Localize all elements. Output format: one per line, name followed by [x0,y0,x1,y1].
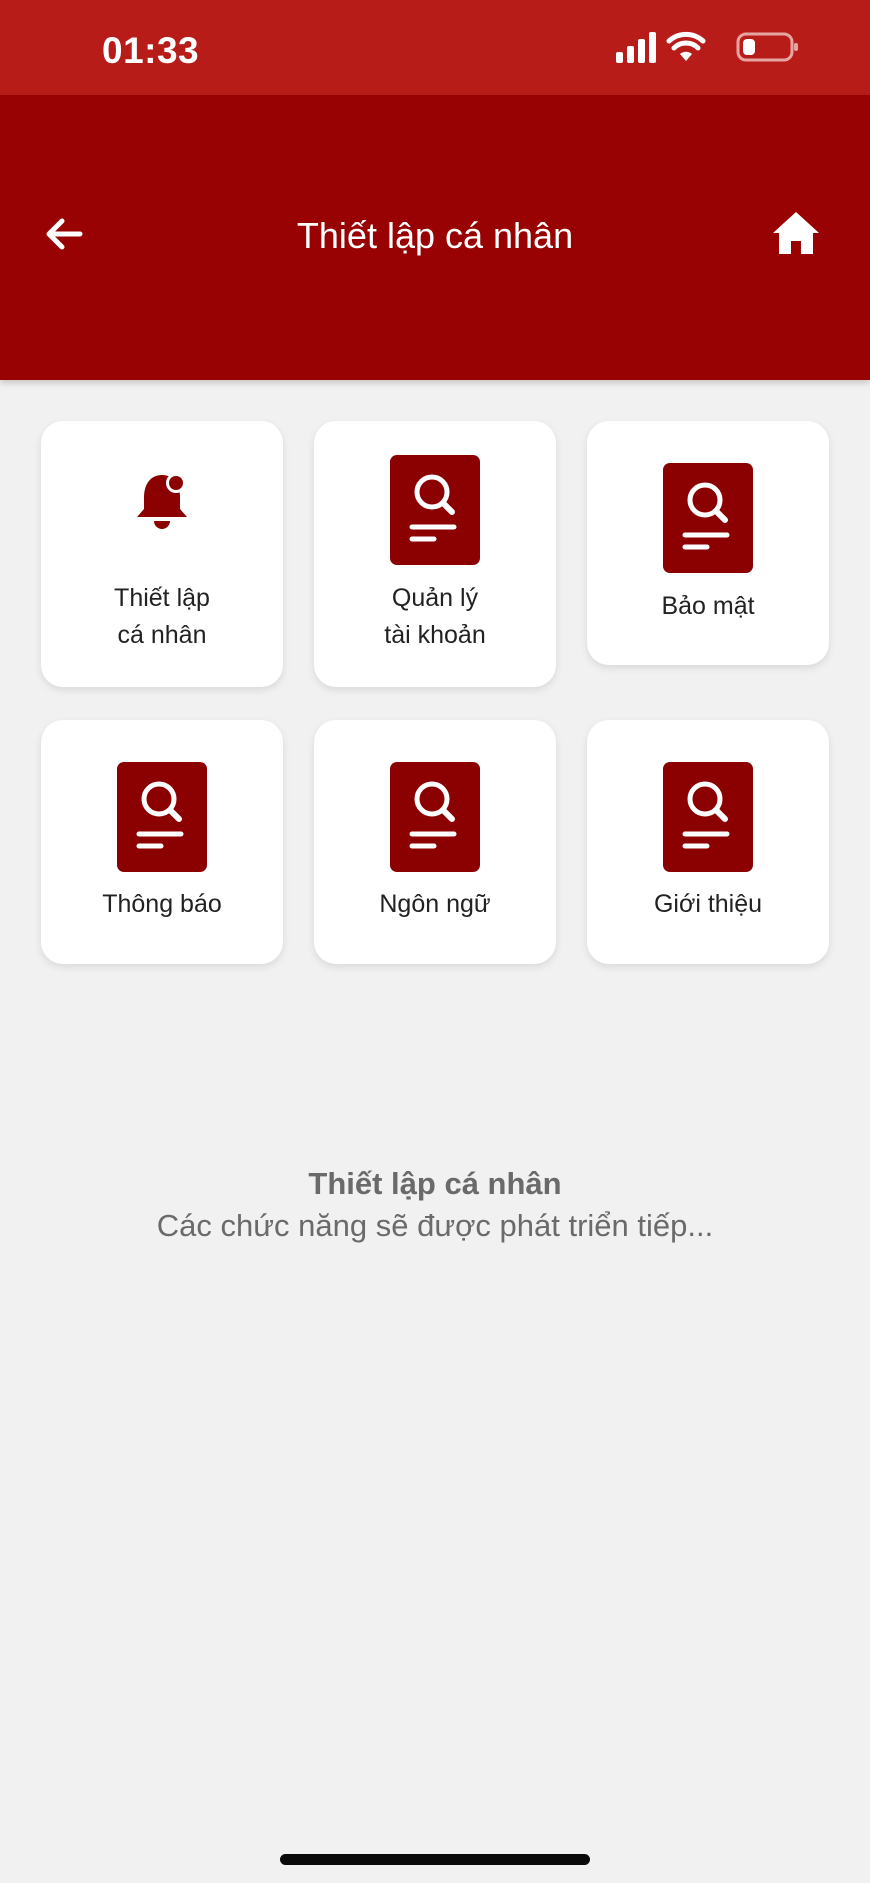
page-title: Thiết lập cá nhân [296,215,574,256]
home-indicator[interactable] [280,1854,590,1865]
card-language[interactable]: Ngôn ngữ [314,720,556,964]
card-label: Giới thiệu [653,890,763,918]
status-time: 01:33 [102,30,200,71]
card-label: Bảo mật [661,592,755,620]
card-label: Thông báo [102,890,222,918]
app-header: Thiết lập cá nhân [0,95,870,380]
card-notifications[interactable]: Thông báo [41,720,283,964]
card-about[interactable]: Giới thiệu [587,720,829,964]
card-label: Ngôn ngữ [379,890,491,918]
footer-subtitle: Các chức năng sẽ được phát triển tiếp... [156,1208,714,1243]
home-button[interactable] [770,208,822,258]
signal-icon [616,32,656,63]
document-search-icon [117,762,207,872]
document-search-icon [663,762,753,872]
bell-icon [137,473,187,529]
status-bar: 01:33 [0,0,870,95]
card-security[interactable]: Bảo mật [587,421,829,665]
card-label: Quản lý tài khoản [384,584,486,649]
document-search-icon [663,463,753,573]
footer-title: Thiết lập cá nhân [308,1166,562,1201]
wifi-icon [666,31,706,61]
document-search-icon [390,455,480,565]
home-icon [773,212,819,254]
card-account-management[interactable]: Quản lý tài khoản [314,421,556,687]
card-personal-settings[interactable]: Thiết lập cá nhân [41,421,283,687]
battery-icon [736,32,798,62]
card-label: Thiết lập cá nhân [114,584,210,649]
document-search-icon [390,762,480,872]
